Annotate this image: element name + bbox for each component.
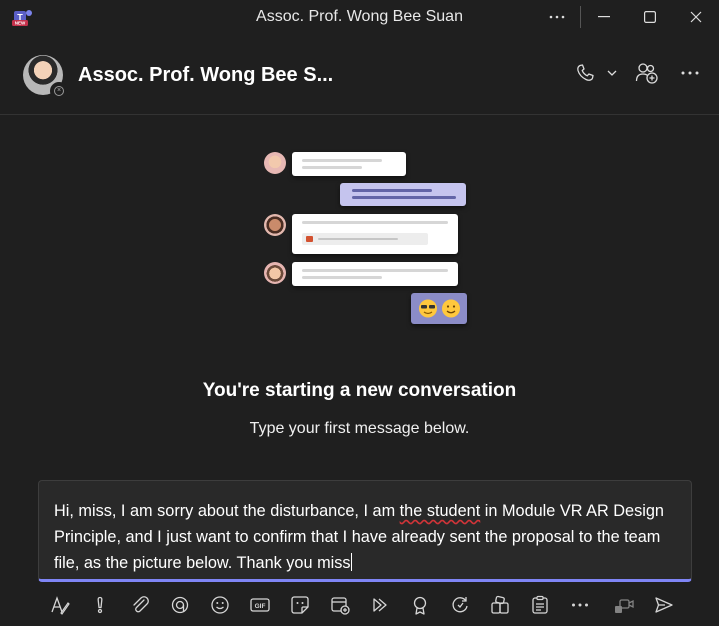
more-options-icon: [572, 603, 588, 607]
chevron-down-icon: [607, 70, 617, 76]
attach-icon: [133, 596, 149, 613]
attach-button[interactable]: [120, 591, 160, 619]
call-button[interactable]: [575, 63, 595, 83]
loop-button[interactable]: [160, 591, 200, 619]
illustration-emoji-bubble: [411, 293, 467, 324]
gif-icon: GIF: [250, 598, 270, 612]
praise-button[interactable]: [400, 591, 440, 619]
apps-button[interactable]: [480, 591, 520, 619]
contact-name[interactable]: Assoc. Prof. Wong Bee S...: [78, 64, 333, 87]
maximize-button[interactable]: [627, 0, 673, 34]
send-icon: [655, 597, 673, 613]
more-icon: [549, 15, 565, 19]
important-button[interactable]: [80, 591, 120, 619]
compose-toolbar: GIF: [40, 591, 700, 619]
more-options-button[interactable]: [681, 71, 699, 75]
new-badge: NEW: [15, 21, 26, 26]
more-icon: [681, 71, 699, 75]
teams-app-icon: T NEW: [12, 8, 34, 26]
minimize-button[interactable]: [581, 0, 627, 34]
format-button[interactable]: [40, 591, 80, 619]
illustration-bubble-4: [292, 262, 458, 286]
call-options-button[interactable]: [607, 70, 617, 76]
emoji-button[interactable]: [200, 591, 240, 619]
chat-header: × Assoc. Prof. Wong Bee S...: [0, 34, 719, 115]
empty-state-subtitle: Type your first message below.: [249, 420, 470, 437]
updates-button[interactable]: [440, 591, 480, 619]
maximize-icon: [644, 11, 656, 23]
close-button[interactable]: [673, 0, 719, 34]
forms-icon: [532, 595, 548, 614]
text-caret: [350, 553, 352, 571]
apps-icon: [491, 595, 509, 614]
loop-icon: [171, 596, 189, 614]
send-button[interactable]: [644, 591, 684, 619]
schedule-meeting-button[interactable]: [320, 591, 360, 619]
stream-icon: [373, 598, 387, 612]
spellcheck-flagged-text[interactable]: the student: [400, 502, 481, 520]
illustration-bubble-3: [292, 214, 458, 254]
illustration-avatar-3: [264, 262, 286, 284]
illustration-bubble-1: [292, 152, 406, 176]
close-icon: [690, 11, 702, 23]
call-icon: [577, 64, 594, 81]
message-text-part: Hi, miss, I am sorry about the disturban…: [54, 502, 400, 520]
stream-button[interactable]: [360, 591, 400, 619]
emoji-icon: [211, 596, 229, 614]
more-options-toolbar-button[interactable]: [560, 591, 600, 619]
forms-button[interactable]: [520, 591, 560, 619]
minimize-icon: [598, 16, 610, 18]
svg-text:GIF: GIF: [255, 603, 266, 610]
window-more-button[interactable]: [534, 0, 580, 34]
message-compose-box[interactable]: Hi, miss, I am sorry about the disturban…: [38, 480, 692, 582]
message-input[interactable]: Hi, miss, I am sorry about the disturban…: [54, 498, 679, 576]
sticker-icon: [291, 596, 309, 614]
gif-button[interactable]: GIF: [240, 591, 280, 619]
illustration-avatar-2: [264, 214, 286, 236]
new-conversation-illustration: [260, 148, 470, 328]
schedule-meeting-icon: [331, 597, 350, 615]
title-bar: T NEW Assoc. Prof. Wong Bee Suan: [0, 0, 719, 34]
praise-icon: [413, 596, 427, 615]
important-icon: [97, 596, 103, 614]
add-people-button[interactable]: [635, 62, 659, 84]
presence-offline-icon: ×: [50, 82, 68, 100]
illustration-bubble-2: [340, 183, 466, 206]
format-icon: [51, 596, 70, 615]
add-people-icon: [635, 63, 658, 84]
illustration-avatar-1: [264, 152, 286, 174]
video-clip-icon: [615, 599, 634, 613]
updates-icon: [452, 597, 468, 613]
sticker-button[interactable]: [280, 591, 320, 619]
empty-state-title: You're starting a new conversation: [202, 380, 517, 401]
video-clip-button[interactable]: [604, 591, 644, 619]
